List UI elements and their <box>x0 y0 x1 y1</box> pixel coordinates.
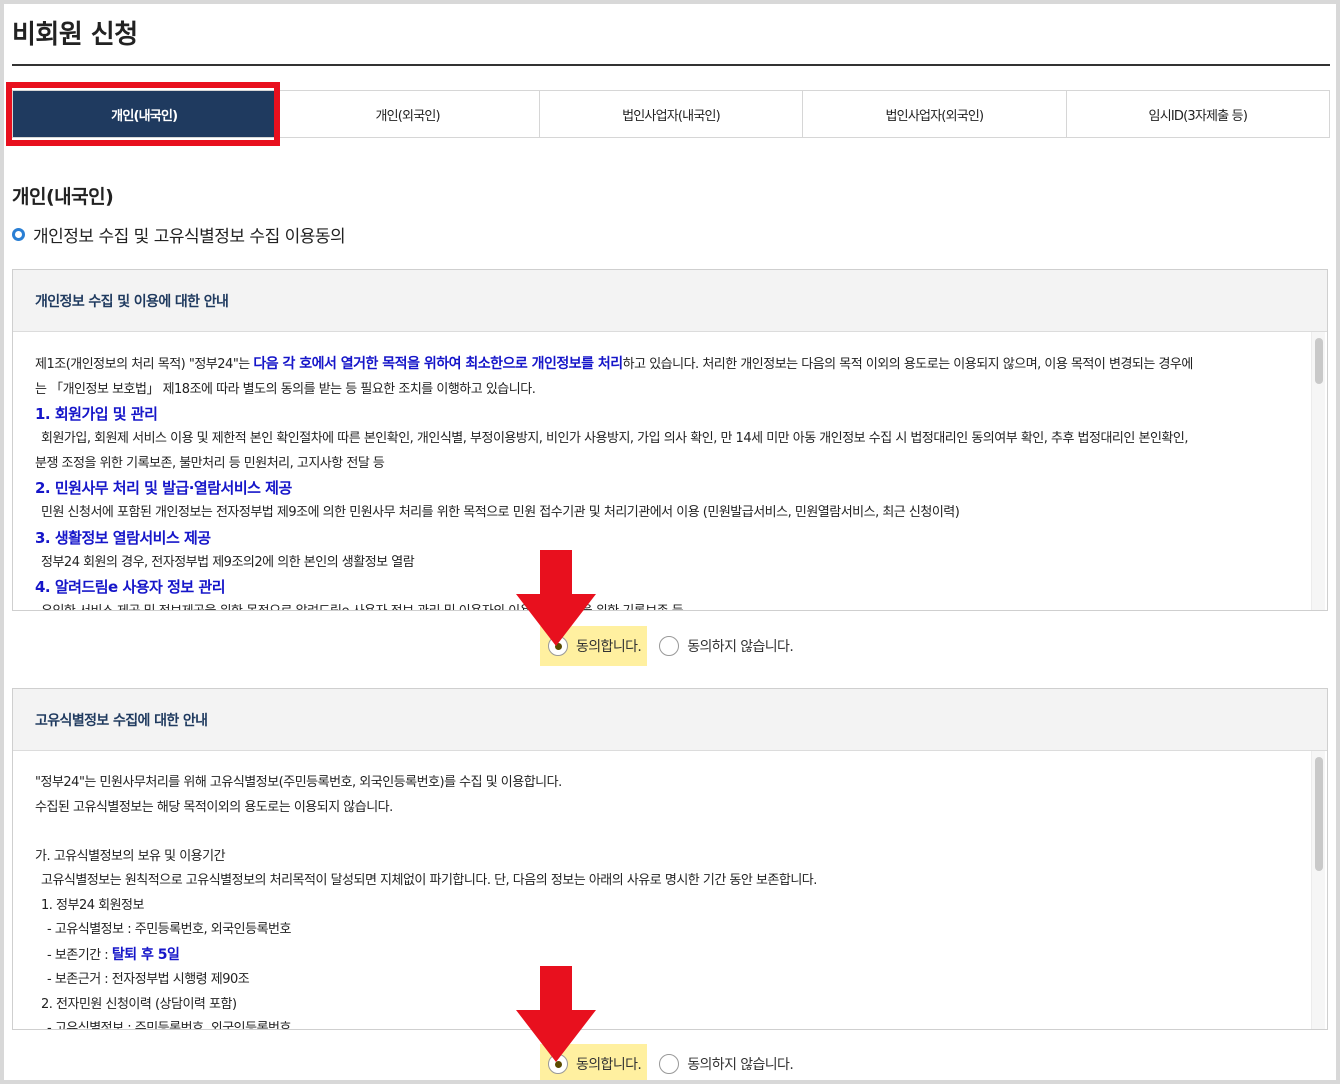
disagree-radio-option[interactable]: 동의하지 않습니다. <box>659 1054 794 1074</box>
agree-label: 동의합니다. <box>576 639 642 655</box>
notice-line: - 고유식별정보 : 주민등록번호, 외국인등록번호 <box>47 1021 291 1029</box>
intro-text: 제1조(개인정보의 처리 목적) "정부24"는 <box>35 357 254 372</box>
retention-label: - 보존기간 : <box>47 947 112 963</box>
disagree-label: 동의하지 않습니다. <box>687 639 794 655</box>
item-text: 정부24 회원의 경우, 전자정부법 제9조의2에 의한 본인의 생활정보 열람 <box>41 554 415 570</box>
intro-highlight: 다음 각 호에서 열거한 목적을 위하여 최소한으로 개인정보를 처리 <box>253 356 623 372</box>
page-frame: 비회원 신청 개인(내국인) 개인(외국인) 법인사업자(내국인) 법인사업자(… <box>4 4 1336 1080</box>
disagree-radio-option[interactable]: 동의하지 않습니다. <box>659 636 794 656</box>
retention-highlight: 탈퇴 후 5일 <box>111 946 180 963</box>
consent-1-options: 동의합니다. 동의하지 않습니다. <box>540 626 794 666</box>
notice-line: 수집된 고유식별정보는 해당 목적이외의 용도로는 이용되지 않습니다. <box>35 799 393 815</box>
consent-sub-heading: 개인정보 수집 및 고유식별정보 수집 이용동의 <box>12 222 346 247</box>
scrollbar-thumb[interactable] <box>1315 338 1323 384</box>
applicant-type-tabs: 개인(내국인) 개인(외국인) 법인사업자(내국인) 법인사업자(외국인) 임시… <box>12 90 1330 138</box>
radio-unchecked-icon[interactable] <box>659 1054 680 1074</box>
notice-line: - 보존근거 : 전자정부법 시행령 제90조 <box>47 972 250 987</box>
notice-line: 고유식별정보는 원칙적으로 고유식별정보의 처리목적이 달성되면 지체없이 파기… <box>41 873 817 888</box>
section-heading: 개인(내국인) <box>12 186 114 208</box>
item-text-cont: 분쟁 조정을 위한 기록보존, 불만처리 등 민원처리, 고지사항 전달 등 <box>35 455 385 471</box>
notice-line: - 보존기간 : 탈퇴 후 5일 <box>35 943 1287 969</box>
scrollbar[interactable] <box>1311 751 1325 1029</box>
item-title: 3. 생활정보 열람서비스 제공 <box>35 528 211 547</box>
bullet-circle-icon <box>12 228 25 241</box>
intro-text-cont: 하고 있습니다. 처리한 개인정보는 다음의 목적 이외의 용도로는 이용되지 … <box>622 357 1194 372</box>
item-title: 2. 민원사무 처리 및 발급·열람서비스 제공 <box>35 479 292 497</box>
privacy-collection-notice: 개인정보 수집 및 이용에 대한 안내 제1조(개인정보의 처리 목적) "정부… <box>12 269 1328 611</box>
notice-line: 가. 고유식별정보의 보유 및 이용기간 <box>35 848 226 864</box>
tab-domestic-corporation[interactable]: 법인사업자(내국인) <box>538 91 802 137</box>
radio-checked-icon[interactable] <box>548 1054 568 1074</box>
agree-radio-option[interactable]: 동의합니다. <box>540 626 648 666</box>
notice-scroll-body[interactable]: "정부24"는 민원사무처리를 위해 고유식별정보(주민등록번호, 외국인등록번… <box>13 751 1327 1029</box>
intro-line-2: 는 「개인정보 보호법」 제18조에 따라 별도의 동의를 받는 등 필요한 조… <box>35 381 536 397</box>
tab-foreign-individual[interactable]: 개인(외국인) <box>275 91 538 137</box>
item-text: 민원 신청서에 포함된 개인정보는 전자정부법 제9조에 의한 민원사무 처리를… <box>41 505 960 520</box>
tab-domestic-individual[interactable]: 개인(내국인) <box>13 91 276 137</box>
notice-line: - 고유식별정보 : 주민등록번호, 외국인등록번호 <box>47 922 291 937</box>
item-title: 1. 회원가입 및 관리 <box>35 405 158 423</box>
agree-label: 동의합니다. <box>576 1057 642 1073</box>
sub-heading-text: 개인정보 수집 및 고유식별정보 수집 이용동의 <box>33 227 346 247</box>
consent-2-options: 동의합니다. 동의하지 않습니다. <box>540 1044 794 1080</box>
item-text: 회원가입, 회원제 서비스 이용 및 제한적 본인 확인절차에 따른 본인확인,… <box>41 431 1188 446</box>
tab-foreign-corporation[interactable]: 법인사업자(외국인) <box>802 91 1065 137</box>
radio-unchecked-icon[interactable] <box>659 636 680 656</box>
radio-checked-icon[interactable] <box>548 636 568 656</box>
agree-radio-option[interactable]: 동의합니다. <box>540 1044 648 1080</box>
notice-line: 1. 정부24 회원정보 <box>41 897 144 913</box>
unique-id-collection-notice: 고유식별정보 수집에 대한 안내 "정부24"는 민원사무처리를 위해 고유식별… <box>12 688 1328 1030</box>
intro-line: 제1조(개인정보의 처리 목적) "정부24"는 다음 각 호에서 열거한 목적… <box>35 352 1287 378</box>
title-divider <box>12 64 1330 66</box>
page-title: 비회원 신청 <box>12 20 138 50</box>
item-title: 4. 알려드림e 사용자 정보 관리 <box>35 578 226 596</box>
notice-scroll-body[interactable]: 제1조(개인정보의 처리 목적) "정부24"는 다음 각 호에서 열거한 목적… <box>13 332 1327 610</box>
scrollbar[interactable] <box>1311 332 1325 610</box>
tab-temporary-id[interactable]: 임시ID(3자제출 등) <box>1065 91 1329 137</box>
notice-header: 개인정보 수집 및 이용에 대한 안내 <box>13 270 1327 332</box>
disagree-label: 동의하지 않습니다. <box>687 1057 794 1073</box>
scrollbar-thumb[interactable] <box>1315 757 1323 871</box>
item-text: 유익한 서비스 제공 및 정보제공을 위한 목적으로 알려드림e 사용자 정보 … <box>35 600 1287 610</box>
notice-header: 고유식별정보 수집에 대한 안내 <box>13 689 1327 751</box>
notice-line: 2. 전자민원 신청이력 (상담이력 포함) <box>41 996 237 1012</box>
notice-line: "정부24"는 민원사무처리를 위해 고유식별정보(주민등록번호, 외국인등록번… <box>35 775 562 790</box>
